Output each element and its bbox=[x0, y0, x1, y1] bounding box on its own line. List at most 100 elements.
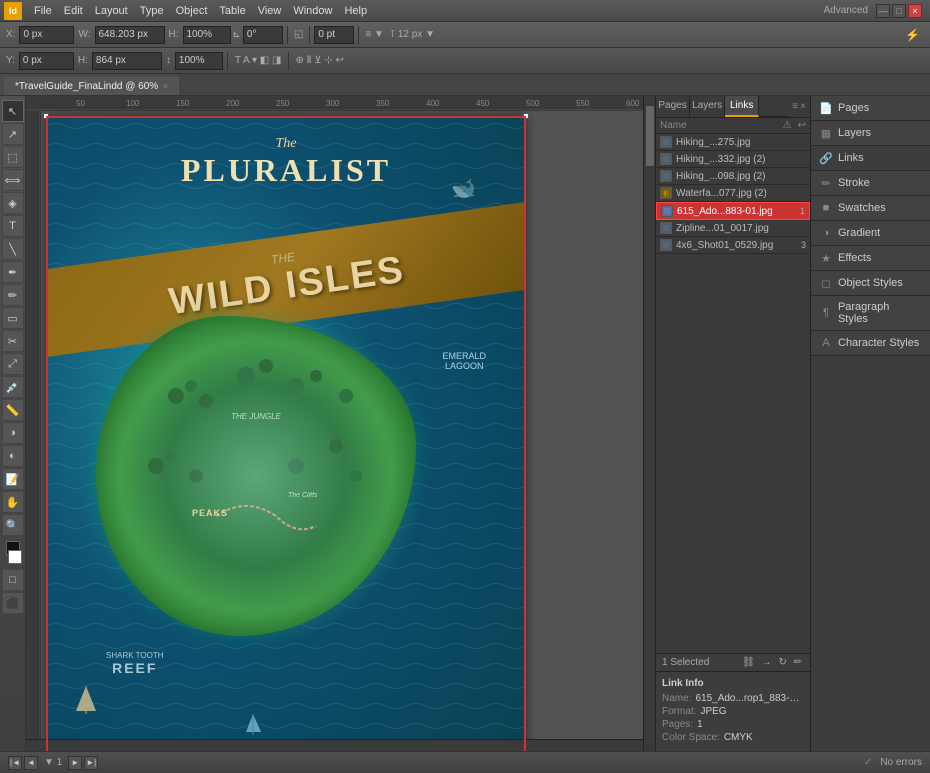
menu-file[interactable]: File bbox=[28, 3, 58, 19]
tool-measure[interactable]: 📏 bbox=[2, 399, 24, 421]
link-item-3[interactable]: Hiking_...098.jpg (2) bbox=[656, 168, 810, 185]
scale-h-input[interactable] bbox=[183, 26, 231, 44]
tool-rectangle[interactable]: ▭ bbox=[2, 307, 24, 329]
sidebar-effects-header[interactable]: ★ Effects bbox=[811, 246, 930, 270]
link-item-2[interactable]: Hiking_...332.jpg (2) bbox=[656, 151, 810, 168]
links-edit-btn[interactable]: ✏ bbox=[792, 657, 804, 668]
separator-1 bbox=[287, 26, 288, 44]
menu-view[interactable]: View bbox=[252, 3, 288, 19]
sidebar-object-styles: ◻ Object Styles bbox=[811, 271, 930, 296]
close-btn[interactable]: × bbox=[908, 4, 922, 18]
tool-type[interactable]: T bbox=[2, 215, 24, 237]
document-tab[interactable]: *TravelGuide_FinaLindd @ 60% × bbox=[4, 77, 179, 95]
status-bar: |◄ ◄ ▼ 1 ► ►| ✓ No errors bbox=[0, 751, 930, 773]
scrollbar-horizontal[interactable] bbox=[26, 739, 643, 751]
col-warning: ⚠ bbox=[783, 120, 792, 131]
tool-gradient-feather[interactable]: ◐ bbox=[2, 445, 24, 467]
sidebar-paragraph-styles-header[interactable]: ¶ Paragraph Styles bbox=[811, 296, 930, 330]
tool-note[interactable]: 📝 bbox=[2, 468, 24, 490]
link-item-4[interactable]: ! Waterfa...077.jpg (2) bbox=[656, 185, 810, 202]
links-relink-btn[interactable]: ⛓ bbox=[740, 657, 757, 668]
last-page-btn[interactable]: ►| bbox=[84, 756, 98, 770]
title-the: The bbox=[46, 136, 526, 152]
sidebar-pages-header[interactable]: 📄 Pages bbox=[811, 96, 930, 120]
tab-layers[interactable]: Layers bbox=[690, 96, 725, 117]
tool-zoom[interactable]: 🔍 bbox=[2, 514, 24, 536]
menu-window[interactable]: Window bbox=[287, 3, 338, 19]
y-label: Y: bbox=[4, 55, 17, 66]
lagoon-label: LAGOON bbox=[442, 361, 486, 371]
character-styles-label: Character Styles bbox=[838, 337, 919, 349]
links-update-btn[interactable]: ↻ bbox=[776, 657, 788, 668]
h-input[interactable] bbox=[92, 52, 162, 70]
shark-tooth-label: SHARK TOOTH REEF bbox=[106, 651, 164, 676]
sidebar-object-styles-header[interactable]: ◻ Object Styles bbox=[811, 271, 930, 295]
tool-line[interactable]: ╲ bbox=[2, 238, 24, 260]
panel-tabs: Pages Layers Links ≡ × bbox=[656, 96, 810, 118]
tool-free-transform[interactable]: ⤢ bbox=[2, 353, 24, 375]
prev-page-btn[interactable]: ◄ bbox=[24, 756, 38, 770]
angle-input[interactable] bbox=[243, 26, 283, 44]
stroke-input[interactable] bbox=[314, 26, 354, 44]
link-num-7: 3 bbox=[801, 240, 806, 250]
panel-close-btn[interactable]: × bbox=[800, 101, 806, 112]
maximize-btn[interactable]: □ bbox=[892, 4, 906, 18]
document-canvas: The PLURALIST THE WILD ISLES bbox=[46, 116, 526, 751]
w-input[interactable] bbox=[95, 26, 165, 44]
tool-eyedropper[interactable]: 💉 bbox=[2, 376, 24, 398]
link-item-5-selected[interactable]: 615_Ado...883-01.jpg 1 bbox=[656, 202, 810, 220]
tab-pages[interactable]: Pages bbox=[656, 96, 690, 117]
tool-direct-select[interactable]: ↗ bbox=[2, 123, 24, 145]
sidebar-layers-header[interactable]: ▦ Layers bbox=[811, 121, 930, 145]
link-icon-6 bbox=[660, 222, 672, 234]
sidebar-stroke-header[interactable]: ✏ Stroke bbox=[811, 171, 930, 195]
mode-dropdown[interactable]: Advanced bbox=[824, 5, 868, 16]
sidebar-swatches-header[interactable]: ■ Swatches bbox=[811, 196, 930, 220]
menu-object[interactable]: Object bbox=[170, 3, 214, 19]
handle-tr[interactable] bbox=[523, 113, 529, 119]
tool-scissors[interactable]: ✂ bbox=[2, 330, 24, 352]
tab-links[interactable]: Links bbox=[725, 96, 759, 117]
info-colorspace-label: Color Space: bbox=[662, 732, 720, 743]
tool-gap[interactable]: ⟺ bbox=[2, 169, 24, 191]
svg-text:400: 400 bbox=[426, 99, 440, 108]
tab-close-btn[interactable]: × bbox=[163, 82, 168, 91]
minimize-btn[interactable]: — bbox=[876, 4, 890, 18]
stroke-color[interactable] bbox=[8, 550, 22, 564]
scale-v-input[interactable] bbox=[175, 52, 223, 70]
scrollbar-vertical[interactable] bbox=[643, 96, 655, 751]
tool-gradient[interactable]: ◑ bbox=[2, 422, 24, 444]
menu-table[interactable]: Table bbox=[213, 3, 251, 19]
menu-help[interactable]: Help bbox=[338, 3, 373, 19]
link-info-title: Link Info bbox=[662, 678, 804, 689]
link-item-6[interactable]: Zipline...01_0017.jpg bbox=[656, 220, 810, 237]
scrollbar-thumb-vertical[interactable] bbox=[646, 106, 654, 166]
menu-edit[interactable]: Edit bbox=[58, 3, 89, 19]
main-container: ↖ ↗ ⬚ ⟺ ◈ T ╲ ✒ ✏ ▭ ✂ ⤢ 💉 📏 ◑ ◐ 📝 ✋ 🔍 □ … bbox=[0, 96, 930, 751]
tool-preview-mode[interactable]: ⬛ bbox=[2, 592, 24, 614]
link-icon-7 bbox=[660, 239, 672, 251]
link-item-1[interactable]: Hiking_...275.jpg bbox=[656, 134, 810, 151]
sidebar-pages: 📄 Pages bbox=[811, 96, 930, 121]
x-input[interactable] bbox=[19, 26, 74, 44]
first-page-btn[interactable]: |◄ bbox=[8, 756, 22, 770]
tool-pencil[interactable]: ✏ bbox=[2, 284, 24, 306]
sidebar-character-styles-header[interactable]: A Character Styles bbox=[811, 331, 930, 355]
tool-pen[interactable]: ✒ bbox=[2, 261, 24, 283]
tool-page[interactable]: ⬚ bbox=[2, 146, 24, 168]
links-goto-btn[interactable]: → bbox=[760, 657, 774, 668]
tool-normal-mode[interactable]: □ bbox=[2, 569, 24, 591]
tool-content-collector[interactable]: ◈ bbox=[2, 192, 24, 214]
link-item-7[interactable]: 4x6_Shot01_0529.jpg 3 bbox=[656, 237, 810, 254]
y-input[interactable] bbox=[19, 52, 74, 70]
panel-menu-btn[interactable]: ≡ bbox=[792, 101, 798, 112]
handle-tl[interactable] bbox=[43, 113, 49, 119]
menu-type[interactable]: Type bbox=[134, 3, 170, 19]
next-page-btn[interactable]: ► bbox=[68, 756, 82, 770]
menu-layout[interactable]: Layout bbox=[89, 3, 134, 19]
tool-hand[interactable]: ✋ bbox=[2, 491, 24, 513]
sailboat-1 bbox=[76, 686, 96, 716]
tool-select[interactable]: ↖ bbox=[2, 100, 24, 122]
sidebar-links-header[interactable]: 🔗 Links bbox=[811, 146, 930, 170]
sidebar-gradient-header[interactable]: ◑ Gradient bbox=[811, 221, 930, 245]
